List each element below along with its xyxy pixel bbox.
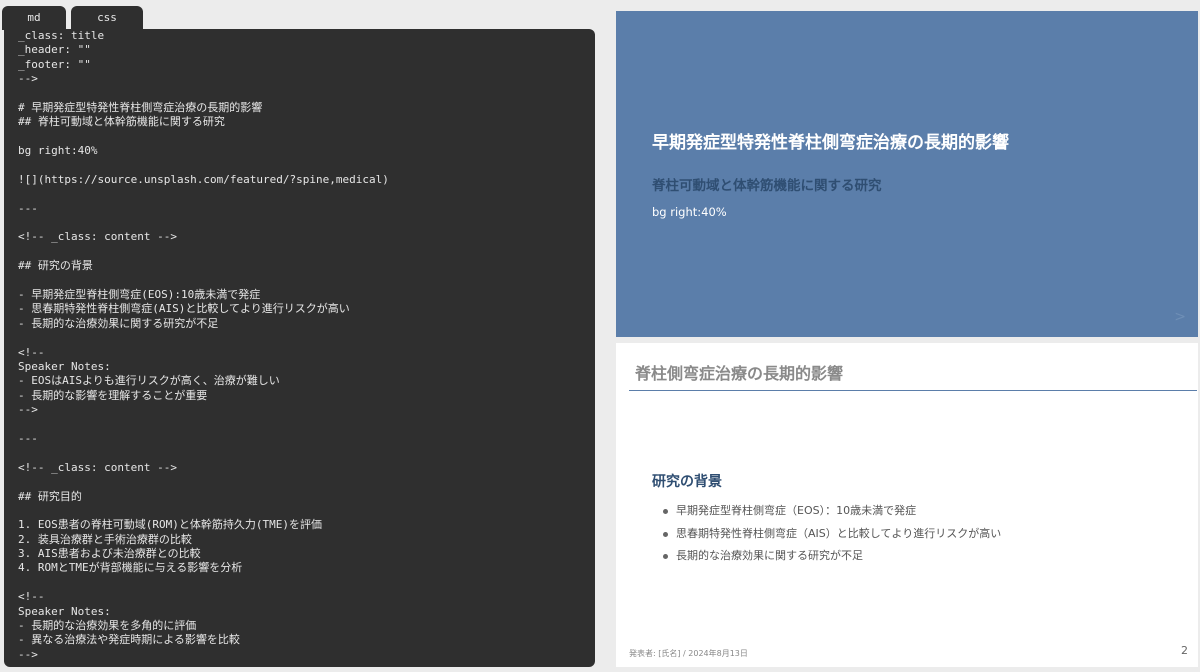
bullet-icon — [663, 509, 668, 514]
code-line: <!-- — [18, 345, 45, 359]
code-line: _class: title — [18, 29, 105, 42]
code-line: ## 研究目的 — [18, 489, 82, 503]
bullet-icon — [663, 554, 668, 559]
code-line: ![](https://source.unsplash.com/featured… — [18, 172, 389, 186]
bullet-icon — [663, 531, 668, 537]
code-line: - EOSはAISよりも進行リスクが高く、治療が難しい — [18, 374, 280, 388]
code-line: --- — [18, 201, 38, 215]
code-line: --- — [18, 431, 38, 445]
code-line: Speaker Notes: — [18, 359, 111, 373]
code-line: - 長期的な治療効果を多角的に評価 — [18, 619, 197, 633]
code-line: # 早期発症型特発性脊柱側弯症治療の長期的影響 — [18, 100, 263, 114]
page-number: 2 — [1181, 644, 1188, 657]
slide-header: 脊柱側弯症治療の長期的影響 — [635, 364, 844, 383]
markdown-editor[interactable]: _class: title _header: "" _footer: "" --> # … — [4, 29, 595, 667]
code-line: <!-- _class: content --> — [18, 460, 177, 474]
list-item: 早期発症型脊柱側弯症（EOS）：10歳未満で発症 — [663, 503, 1001, 526]
code-line: 3. AIS患者および未治療群との比較 — [18, 547, 201, 561]
code-line: <!-- _class: content --> — [18, 230, 177, 244]
code-line: bg right:40% — [18, 144, 98, 158]
list-item: 思春期特発性脊柱側弯症（AIS）と比較してより進行リスクが高い — [663, 526, 1001, 549]
code-line: Speaker Notes: — [18, 604, 111, 618]
header-divider — [629, 390, 1197, 391]
code-line: ## 研究の背景 — [18, 259, 93, 273]
list-item-text: 長期的な治療効果に関する研究が不足 — [676, 549, 863, 562]
code-line: - 早期発症型脊柱側弯症(EOS):10歳未満で発症 — [18, 288, 261, 302]
code-line: _header: "" — [18, 43, 91, 57]
list-item-text: 早期発症型脊柱側弯症（EOS）：10歳未満で発症 — [676, 504, 917, 517]
code-line: _footer: "" — [18, 57, 91, 71]
code-line: - 思春期特発性脊柱側弯症(AIS)と比較してより進行リスクが高い — [18, 302, 350, 316]
code-line: - 長期的な治療効果に関する研究が不足 — [18, 316, 219, 330]
code-line: --> — [18, 647, 38, 661]
code-line: --> — [18, 403, 38, 417]
slide-bg-directive-text: bg right:40% — [652, 205, 727, 219]
list-item: 長期的な治療効果に関する研究が不足 — [663, 548, 1001, 571]
code-line: ## 脊柱可動域と体幹筋機能に関する研究 — [18, 115, 225, 129]
editor-tabs: md css — [2, 6, 143, 30]
bullet-list: 早期発症型脊柱側弯症（EOS）：10歳未満で発症 思春期特発性脊柱側弯症（AIS… — [663, 503, 1001, 571]
tab-md[interactable]: md — [2, 6, 66, 30]
tab-css[interactable]: css — [71, 6, 143, 30]
slide-title: 早期発症型特発性脊柱側弯症治療の長期的影響 — [652, 133, 1009, 153]
code-line: 1. EOS患者の脊柱可動域(ROM)と体幹筋持久力(TME)を評価 — [18, 518, 322, 532]
code-line: --> — [18, 72, 38, 86]
next-slide-icon[interactable]: > — [1174, 309, 1186, 325]
code-line: <!-- — [18, 590, 45, 604]
slide-footer: 発表者: [氏名] / 2024年8月13日 — [629, 649, 748, 658]
code-line: - 異なる治療法や発症時期による影響を比較 — [18, 633, 240, 647]
slide-subtitle: 脊柱可動域と体幹筋機能に関する研究 — [652, 178, 882, 194]
code-line: - 長期的な影響を理解することが重要 — [18, 388, 208, 402]
code-line: 2. 装具治療群と手術治療群の比較 — [18, 532, 192, 546]
list-item-text: 思春期特発性脊柱側弯症（AIS）と比較してより進行リスクが高い — [676, 526, 1002, 540]
code-lines: _class: title _header: "" _footer: "" --> # … — [18, 29, 595, 662]
slide-preview-title[interactable]: 早期発症型特発性脊柱側弯症治療の長期的影響 脊柱可動域と体幹筋機能に関する研究 … — [616, 11, 1198, 337]
slide-preview-content[interactable]: 脊柱側弯症治療の長期的影響 研究の背景 早期発症型脊柱側弯症（EOS）：10歳未… — [616, 343, 1198, 667]
code-line: 4. ROMとTMEが背部機能に与える影響を分析 — [18, 561, 243, 575]
slide-heading: 研究の背景 — [652, 474, 722, 490]
